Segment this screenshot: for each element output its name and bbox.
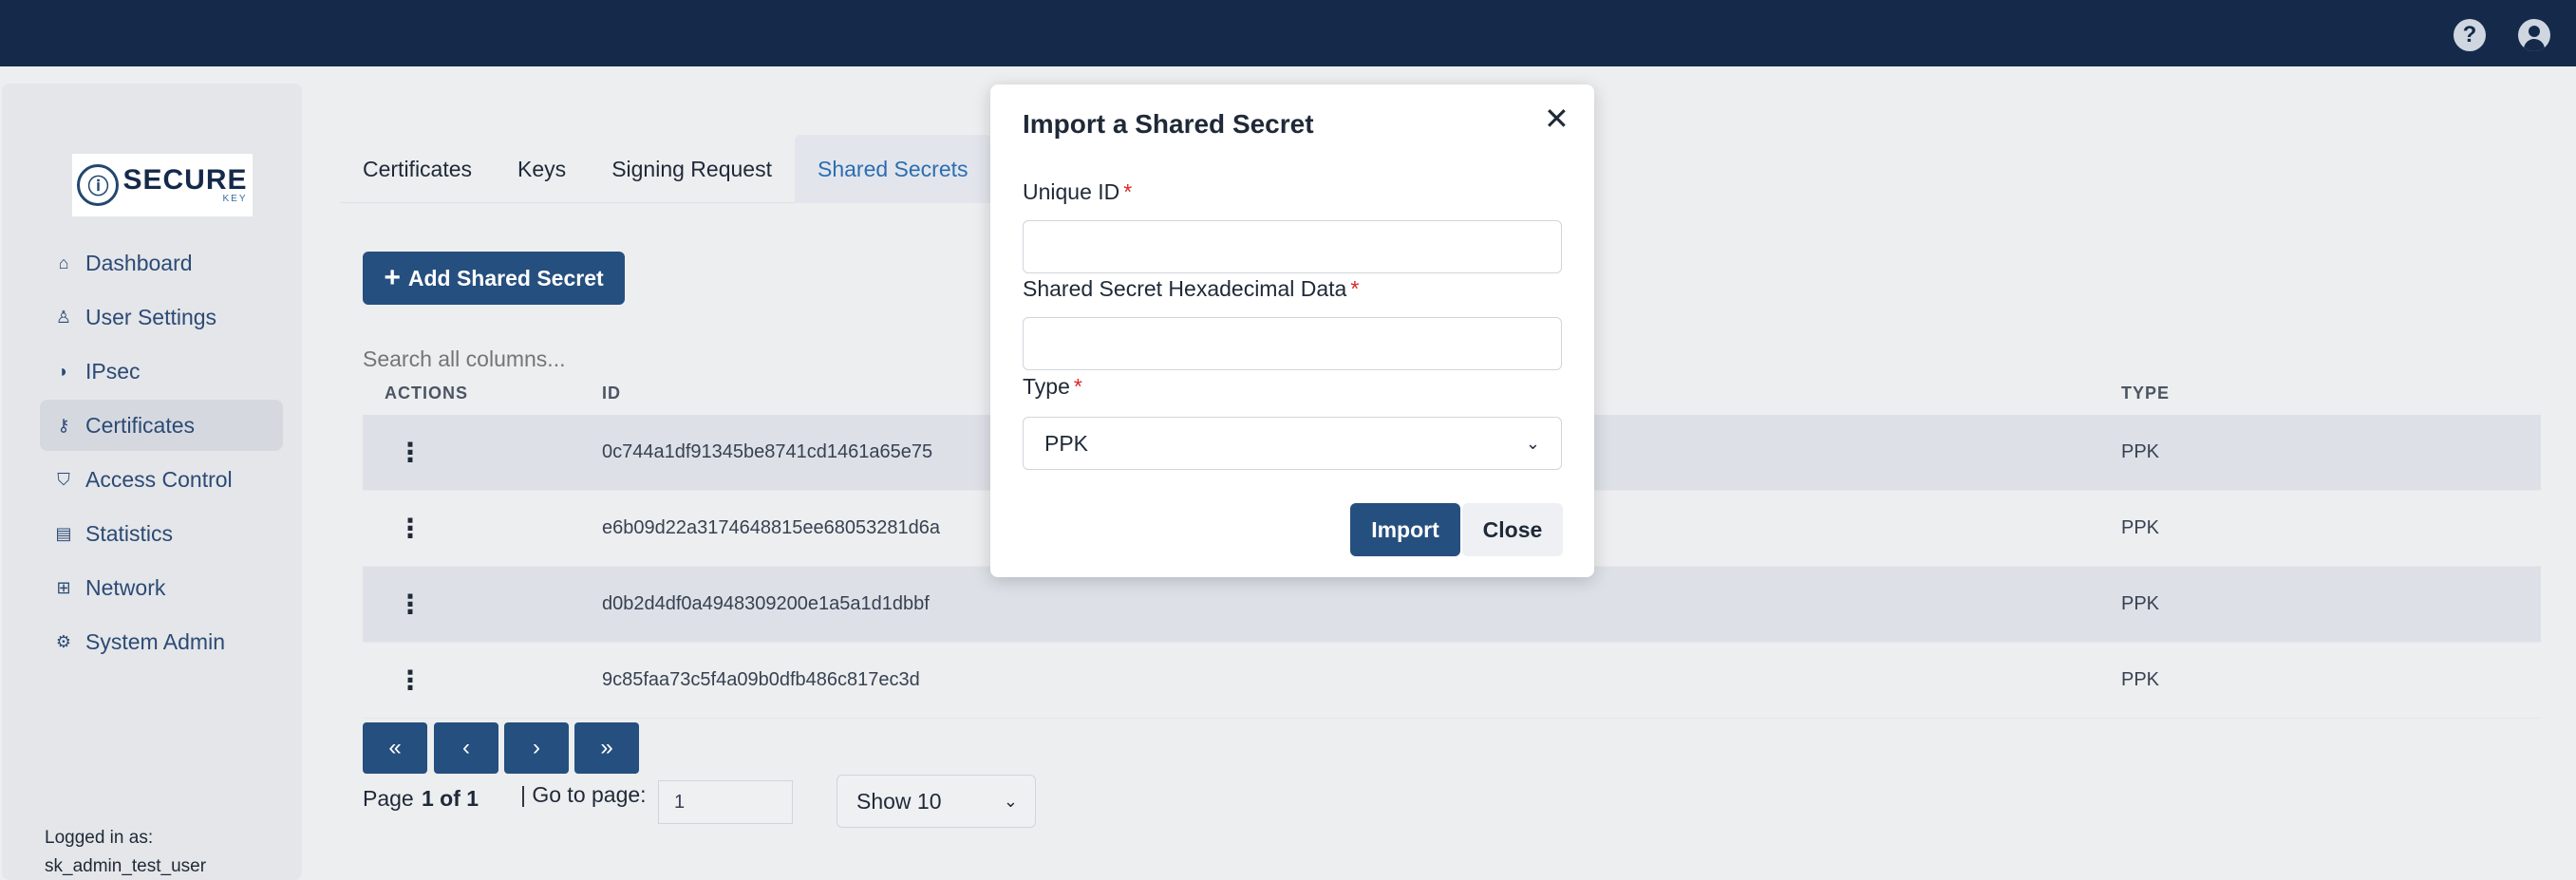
hex-data-input[interactable] bbox=[1023, 317, 1562, 370]
chevron-down-icon: ⌄ bbox=[1525, 433, 1540, 453]
required-mark: * bbox=[1350, 276, 1360, 301]
type-select-value: PPK bbox=[1044, 430, 1089, 456]
hex-data-label: Shared Secret Hexadecimal Data * bbox=[1023, 276, 1359, 302]
required-mark: * bbox=[1073, 374, 1082, 399]
dialog-title: Import a Shared Secret bbox=[1023, 109, 1314, 139]
import-button[interactable]: Import bbox=[1350, 503, 1460, 556]
close-button[interactable]: Close bbox=[1462, 503, 1563, 556]
import-shared-secret-dialog: Import a Shared Secret ✕ Unique ID * Shar… bbox=[990, 84, 1594, 577]
required-mark: * bbox=[1123, 179, 1133, 204]
type-label: Type * bbox=[1023, 374, 1082, 400]
hex-data-label-text: Shared Secret Hexadecimal Data bbox=[1023, 276, 1347, 301]
close-icon[interactable]: ✕ bbox=[1544, 103, 1570, 134]
unique-id-input[interactable] bbox=[1023, 220, 1562, 273]
unique-id-label: Unique ID * bbox=[1023, 179, 1132, 205]
modal-overlay: Import a Shared Secret ✕ Unique ID * Shar… bbox=[0, 0, 2576, 880]
type-select[interactable]: PPK ⌄ bbox=[1023, 417, 1562, 470]
type-label-text: Type bbox=[1023, 374, 1070, 399]
unique-id-label-text: Unique ID bbox=[1023, 179, 1120, 204]
